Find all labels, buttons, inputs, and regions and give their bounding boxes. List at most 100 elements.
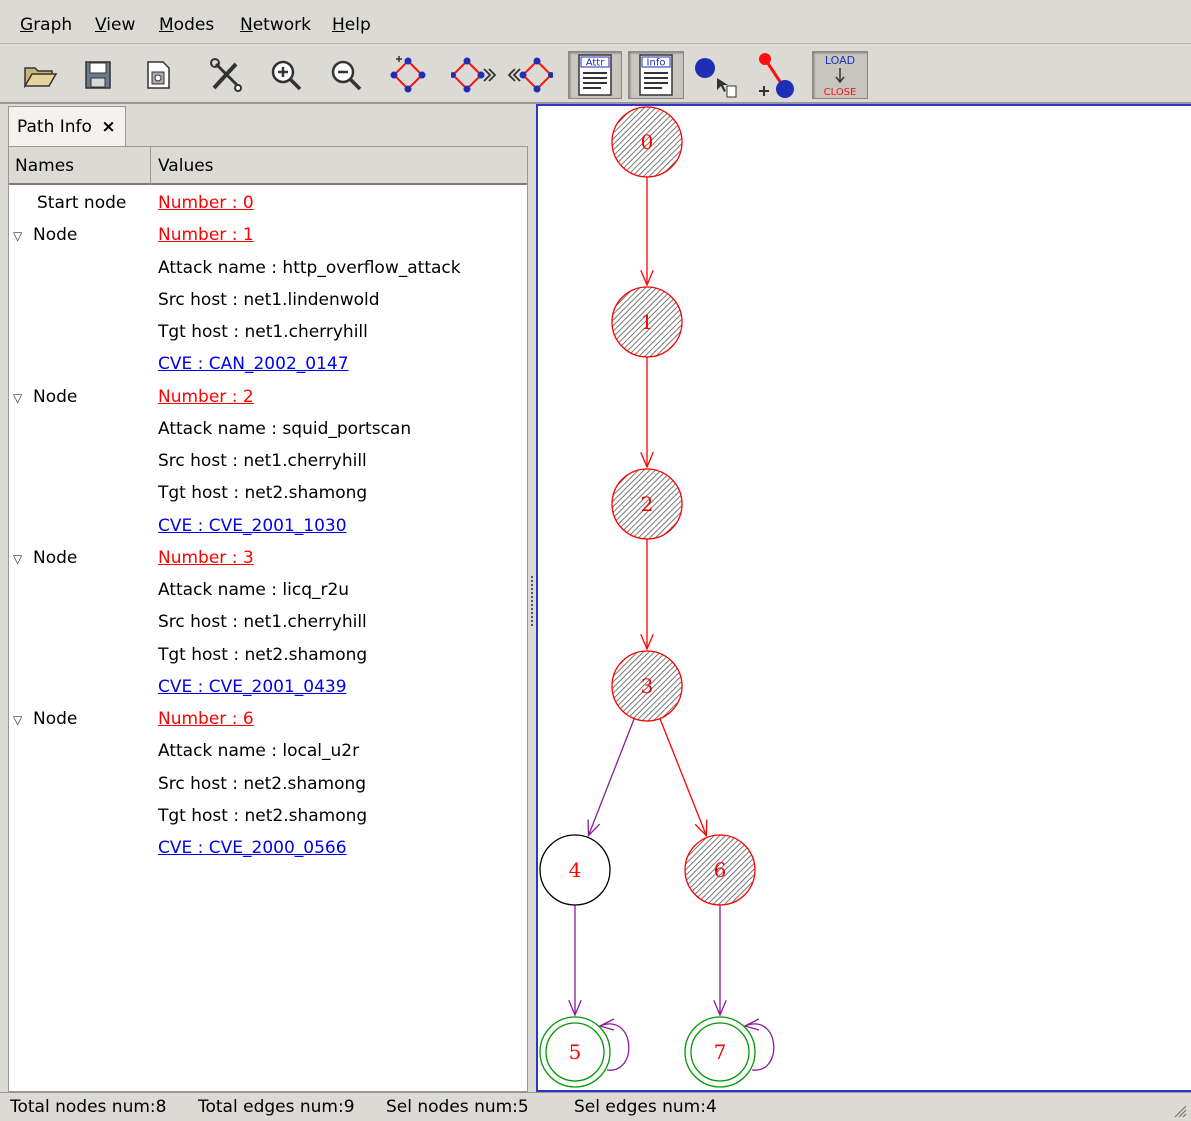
cve-link[interactable]: CVE : CVE_2001_1030 [158,510,347,542]
path-add-button[interactable] [750,51,798,99]
zoom-in-button[interactable] [262,51,310,99]
tree-row[interactable]: ▽ Node Number : 2 [9,381,527,413]
graph-node[interactable]: 4 [539,834,611,906]
node-number-link[interactable]: Number : 2 [158,381,254,413]
tree-row[interactable]: Src host : net2.shamong [9,768,527,800]
tree-row[interactable]: Start node Number : 0 [9,187,527,219]
node-select-button[interactable] [690,51,738,99]
node-label: 5 [569,1040,582,1064]
svg-text:CLOSE: CLOSE [824,87,857,98]
graph-edge[interactable] [568,905,582,1017]
tree-row[interactable]: Src host : net1.cherryhill [9,606,527,638]
node-label: 7 [714,1040,727,1064]
menu-view[interactable]: View [95,13,135,37]
attack-graph[interactable]: 0 1 2 3 4 6 5 7 [538,106,1191,1090]
tree-value: Attack name : local_u2r [158,741,360,762]
path-add-icon [759,53,794,98]
column-header-names[interactable]: Names [9,147,151,185]
status-sel-nodes: Sel nodes num:5 [386,1097,529,1117]
graph-node[interactable]: 6 [684,834,756,906]
graph-view[interactable]: 0 1 2 3 4 6 5 7 [536,104,1191,1092]
expander-triangle-icon[interactable]: ▽ [13,220,33,252]
graph-node[interactable]: 0 [611,106,683,178]
tree-value: Src host : net1.cherryhill [158,451,367,471]
path-info-tree[interactable]: Names Values Start node Number : 0 ▽ Node Nu… [8,146,528,1092]
tree-row[interactable]: Attack name : local_u2r [9,735,527,767]
toolbar: Attr Info LOAD CLOSE [0,44,1191,104]
graph-edge[interactable] [713,905,727,1017]
close-icon[interactable]: × [101,117,115,137]
expand-backward-icon [507,57,553,93]
cve-link[interactable]: CVE : CVE_2000_0566 [158,832,347,864]
tree-value: Src host : net1.lindenwold [158,289,380,310]
tree-node-label: Node [33,709,78,729]
tree-row[interactable]: ▽ Node Number : 1 [9,219,527,251]
tree-row[interactable]: ▽ Node Number : 6 [9,703,527,735]
tree-node-label: Node [33,547,78,568]
tree-row[interactable]: CVE : CVE_2000_0566 [9,832,527,864]
node-number-link[interactable]: Number : 3 [158,542,254,574]
menu-modes[interactable]: Modes [159,13,214,37]
tree-row[interactable]: Attack name : licq_r2u [9,574,527,606]
splitter-grip[interactable] [531,576,533,626]
tree-row[interactable]: Src host : net1.cherryhill [9,445,527,477]
graph-edge[interactable] [587,718,635,838]
graph-node[interactable]: 7 [684,1016,756,1088]
graph-edge[interactable] [640,177,654,287]
node-label: 2 [641,492,654,516]
attr-toggle-button[interactable]: Attr [568,51,622,99]
graph-edge[interactable] [640,357,654,469]
path-info-panel: Path Info × Names Values Start node Numbe… [8,106,528,1092]
cve-link[interactable]: CVE : CVE_2001_0439 [158,671,347,703]
expand-backward-button[interactable] [506,51,554,99]
open-button[interactable] [16,51,64,99]
status-total-edges: Total edges num:9 [198,1097,355,1117]
zoom-out-button[interactable] [322,51,370,99]
zoom-out-icon [331,60,362,91]
zoom-in-icon [271,60,302,91]
tools-button[interactable] [202,51,250,99]
tree-row[interactable]: ▽ Node Number : 3 [9,542,527,574]
resize-grip-icon[interactable] [1171,1102,1187,1118]
graph-edge[interactable] [659,718,708,838]
load-close-button[interactable]: LOAD CLOSE [812,51,868,99]
tree-row[interactable]: Tgt host : net2.shamong [9,800,527,832]
tree-row[interactable]: CVE : CVE_2001_0439 [9,671,527,703]
tree-row[interactable]: Tgt host : net1.cherryhill [9,316,527,348]
tree-row[interactable]: CVE : CAN_2002_0147 [9,348,527,380]
menu-bar: Graph View Modes Network Help [0,0,1191,44]
tree-row[interactable]: Attack name : squid_portscan [9,413,527,445]
tree-row[interactable]: CVE : CVE_2001_1030 [9,510,527,542]
menu-graph[interactable]: Graph [20,13,72,37]
layout-button[interactable] [384,51,432,99]
node-number-link[interactable]: Number : 6 [158,703,254,735]
graph-node[interactable]: 5 [539,1016,611,1088]
expand-forward-button[interactable] [450,51,498,99]
cve-link[interactable]: CVE : CAN_2002_0147 [158,348,349,380]
node-number-link[interactable]: Number : 0 [158,187,254,219]
tree-node-label: Node [33,386,78,407]
tab-path-info[interactable]: Path Info × [8,106,126,146]
tree-row[interactable]: Tgt host : net2.shamong [9,639,527,671]
graph-node[interactable]: 3 [611,650,683,722]
node-number-link[interactable]: Number : 1 [158,219,254,251]
graph-node[interactable]: 1 [611,286,683,358]
graph-node[interactable]: 2 [611,468,683,540]
menu-network[interactable]: Network [240,13,311,37]
svg-text:Attr: Attr [586,58,606,69]
node-select-icon [695,58,737,98]
tree-row[interactable]: Attack name : http_overflow_attack [9,252,527,284]
properties-button[interactable] [134,51,182,99]
tree-row[interactable]: Src host : net1.lindenwold [9,284,527,316]
save-icon [85,61,111,89]
save-button[interactable] [74,51,122,99]
tree-row[interactable]: Tgt host : net2.shamong [9,477,527,509]
graph-edge[interactable] [640,539,654,651]
info-toggle-button[interactable]: Info [628,51,684,99]
column-header-values[interactable]: Values [152,147,527,185]
expander-triangle-icon[interactable]: ▽ [13,543,33,575]
expander-triangle-icon[interactable]: ▽ [13,382,33,414]
panel-splitter[interactable] [528,106,536,1092]
menu-help[interactable]: Help [332,13,371,37]
expander-triangle-icon[interactable]: ▽ [13,704,33,736]
